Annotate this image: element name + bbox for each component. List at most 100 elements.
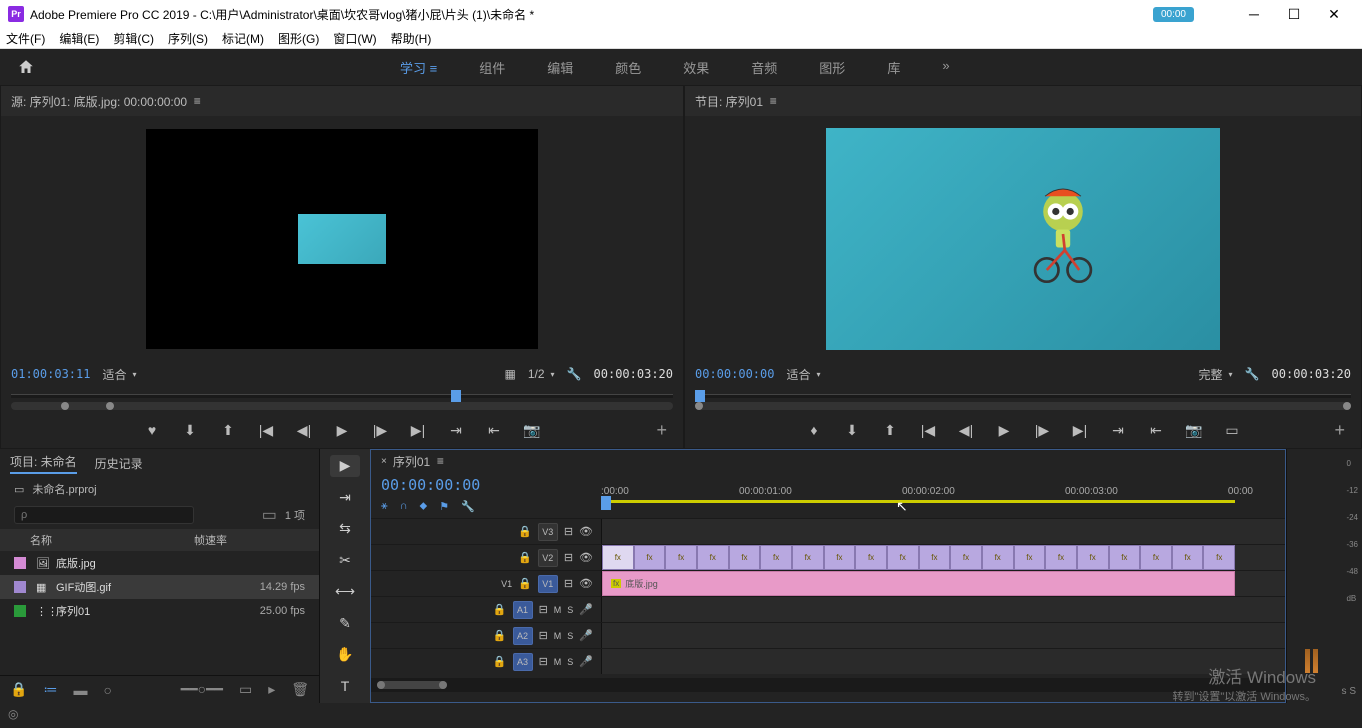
program-scrubber[interactable] (685, 386, 1361, 412)
p-compare-icon[interactable]: ▭ (1223, 421, 1241, 439)
step-fwd-icon[interactable]: |▶ (371, 421, 389, 439)
workspace-library[interactable]: 库 (887, 58, 900, 77)
sync-lock-icon[interactable]: ⊟ (564, 551, 573, 564)
trash-icon[interactable]: 🗑 (291, 681, 309, 698)
link-icon[interactable]: ∩ (400, 500, 408, 513)
workspace-color[interactable]: 颜色 (615, 58, 641, 77)
project-list-header[interactable]: 名称帧速率 (0, 529, 319, 551)
track-v3-toggle[interactable]: V3 (538, 523, 558, 541)
source-monitor[interactable] (146, 129, 538, 349)
track-a1-toggle[interactable]: A1 (513, 601, 533, 619)
p-extract-icon[interactable]: ⇤ (1147, 421, 1165, 439)
timeline-clip-v1[interactable]: fx底版.jpg (602, 571, 1235, 596)
program-monitor[interactable] (826, 128, 1220, 350)
program-fit-select[interactable]: 适合 (786, 366, 820, 383)
mark-in-icon[interactable]: ♥ (143, 421, 161, 439)
workspace-graphics[interactable]: 图形 (819, 58, 845, 77)
lock-icon[interactable]: 🔒 (493, 655, 507, 668)
cc-icon[interactable]: ◎ (8, 707, 18, 721)
home-button[interactable] (12, 53, 40, 81)
sync-lock-icon[interactable]: ⊟ (539, 655, 548, 668)
track-a2-toggle[interactable]: A2 (513, 627, 533, 645)
freeform-view-icon[interactable]: ○ (103, 682, 111, 698)
eye-icon[interactable]: 👁 (579, 525, 593, 538)
go-to-out-icon[interactable]: ▶| (409, 421, 427, 439)
p-out-icon[interactable]: ⬆ (881, 421, 899, 439)
eye-icon[interactable]: 👁 (579, 551, 593, 564)
menu-graphic[interactable]: 图形(G) (278, 30, 319, 47)
workspace-assembly[interactable]: 组件 (479, 58, 505, 77)
slip-tool[interactable]: ⟷ (330, 581, 360, 603)
lock-icon[interactable]: 🔒 (493, 603, 507, 616)
list-view-icon[interactable]: ≔ (43, 681, 57, 698)
source-wrench-icon[interactable]: 🔧 (567, 367, 582, 381)
fx-clips[interactable]: fxfxfxfxfxfxfxfxfxfxfxfxfxfxfxfxfxfxfxfx (602, 545, 1285, 570)
export-frame-icon[interactable]: 📷 (523, 421, 541, 439)
program-resolution-select[interactable]: 完整 (1199, 366, 1233, 383)
workspace-learn[interactable]: 学习 ≡ (400, 58, 437, 77)
p-step-fwd-icon[interactable]: |▶ (1033, 421, 1051, 439)
minimize-button[interactable]: ─ (1234, 0, 1274, 28)
program-wrench-icon[interactable]: 🔧 (1245, 367, 1260, 381)
workspace-overflow[interactable]: » (942, 58, 949, 77)
program-timecode-in[interactable]: 00:00:00:00 (695, 367, 774, 381)
workspace-edit[interactable]: 编辑 (547, 58, 573, 77)
marker-icon[interactable]: ⬥ (420, 500, 428, 513)
razor-tool[interactable]: ✂ (330, 550, 360, 572)
source-resolution-select[interactable]: 1/2 (528, 367, 555, 381)
track-select-tool[interactable]: ⇥ (330, 487, 360, 509)
menu-help[interactable]: 帮助(H) (391, 30, 432, 47)
wrench-icon[interactable]: 🔧 (461, 500, 475, 513)
track-v2-toggle[interactable]: V2 (538, 549, 558, 567)
close-button[interactable]: ✕ (1314, 0, 1354, 28)
lock-icon[interactable]: 🔒 (518, 551, 532, 564)
overwrite2-icon[interactable]: ⇥ (447, 421, 465, 439)
timeline-tab[interactable]: ×序列01 ≡ (371, 450, 1285, 472)
program-add-button[interactable]: + (1334, 420, 1345, 441)
sync-lock-icon[interactable]: ⊟ (564, 577, 573, 590)
bin-icon[interactable]: ▭ (262, 505, 277, 525)
p-in-icon[interactable]: ⬇ (843, 421, 861, 439)
tab-history[interactable]: 历史记录 (95, 455, 143, 472)
program-panel-header[interactable]: 节目: 序列01 ≡ (685, 86, 1361, 116)
mute-button[interactable]: M (554, 657, 562, 667)
menu-edit[interactable]: 编辑(E) (59, 30, 99, 47)
lock-icon[interactable]: 🔒 (493, 629, 507, 642)
source-timecode-in[interactable]: 01:00:03:11 (11, 367, 90, 381)
project-search-input[interactable] (14, 506, 194, 524)
go-to-in-icon[interactable]: |◀ (257, 421, 275, 439)
overwrite-icon[interactable]: ⬆ (219, 421, 237, 439)
tab-project[interactable]: 项目: 未命名 (10, 453, 77, 474)
p-lift-icon[interactable]: ⇥ (1109, 421, 1127, 439)
timeline-ruler[interactable]: :00:00 00:00:01:00 00:00:02:00 00:00:03:… (601, 472, 1285, 518)
sync-lock-icon[interactable]: ⊟ (564, 525, 573, 538)
solo-button[interactable]: S (567, 657, 573, 667)
mic-icon[interactable]: 🎤 (579, 603, 593, 616)
list-item[interactable]: 🖼 底版.jpg (0, 551, 319, 575)
source-playhead[interactable] (451, 390, 461, 402)
hand-tool[interactable]: ✋ (330, 644, 360, 666)
track-v1-toggle[interactable]: V1 (538, 575, 558, 593)
source-safe-margin-icon[interactable]: ▦ (505, 367, 516, 381)
eye-icon[interactable]: 👁 (579, 577, 593, 590)
p-play-icon[interactable]: ▶ (995, 421, 1013, 439)
new-item-icon[interactable]: ▸ (268, 681, 275, 698)
source-panel-header[interactable]: 源: 序列01: 底版.jpg: 00:00:00:00 ≡ (1, 86, 683, 116)
p-go-out-icon[interactable]: ▶| (1071, 421, 1089, 439)
menu-window[interactable]: 窗口(W) (333, 30, 376, 47)
pen-tool[interactable]: ✎ (330, 613, 360, 635)
solo-button[interactable]: S (567, 631, 573, 641)
ripple-tool[interactable]: ⇆ (330, 518, 360, 540)
track-a3-toggle[interactable]: A3 (513, 653, 533, 671)
list-item[interactable]: ⋮⋮ 序列01 25.00 fps (0, 599, 319, 623)
solo-button[interactable]: S (567, 605, 573, 615)
mic-icon[interactable]: 🎤 (579, 655, 593, 668)
snap-icon[interactable]: ⚹ (381, 500, 388, 513)
mic-icon[interactable]: 🎤 (579, 629, 593, 642)
menu-sequence[interactable]: 序列(S) (168, 30, 208, 47)
workspace-audio[interactable]: 音频 (751, 58, 777, 77)
menu-mark[interactable]: 标记(M) (222, 30, 264, 47)
mute-button[interactable]: M (554, 605, 562, 615)
lock-icon[interactable]: 🔒 (10, 681, 27, 698)
menu-file[interactable]: 文件(F) (6, 30, 45, 47)
